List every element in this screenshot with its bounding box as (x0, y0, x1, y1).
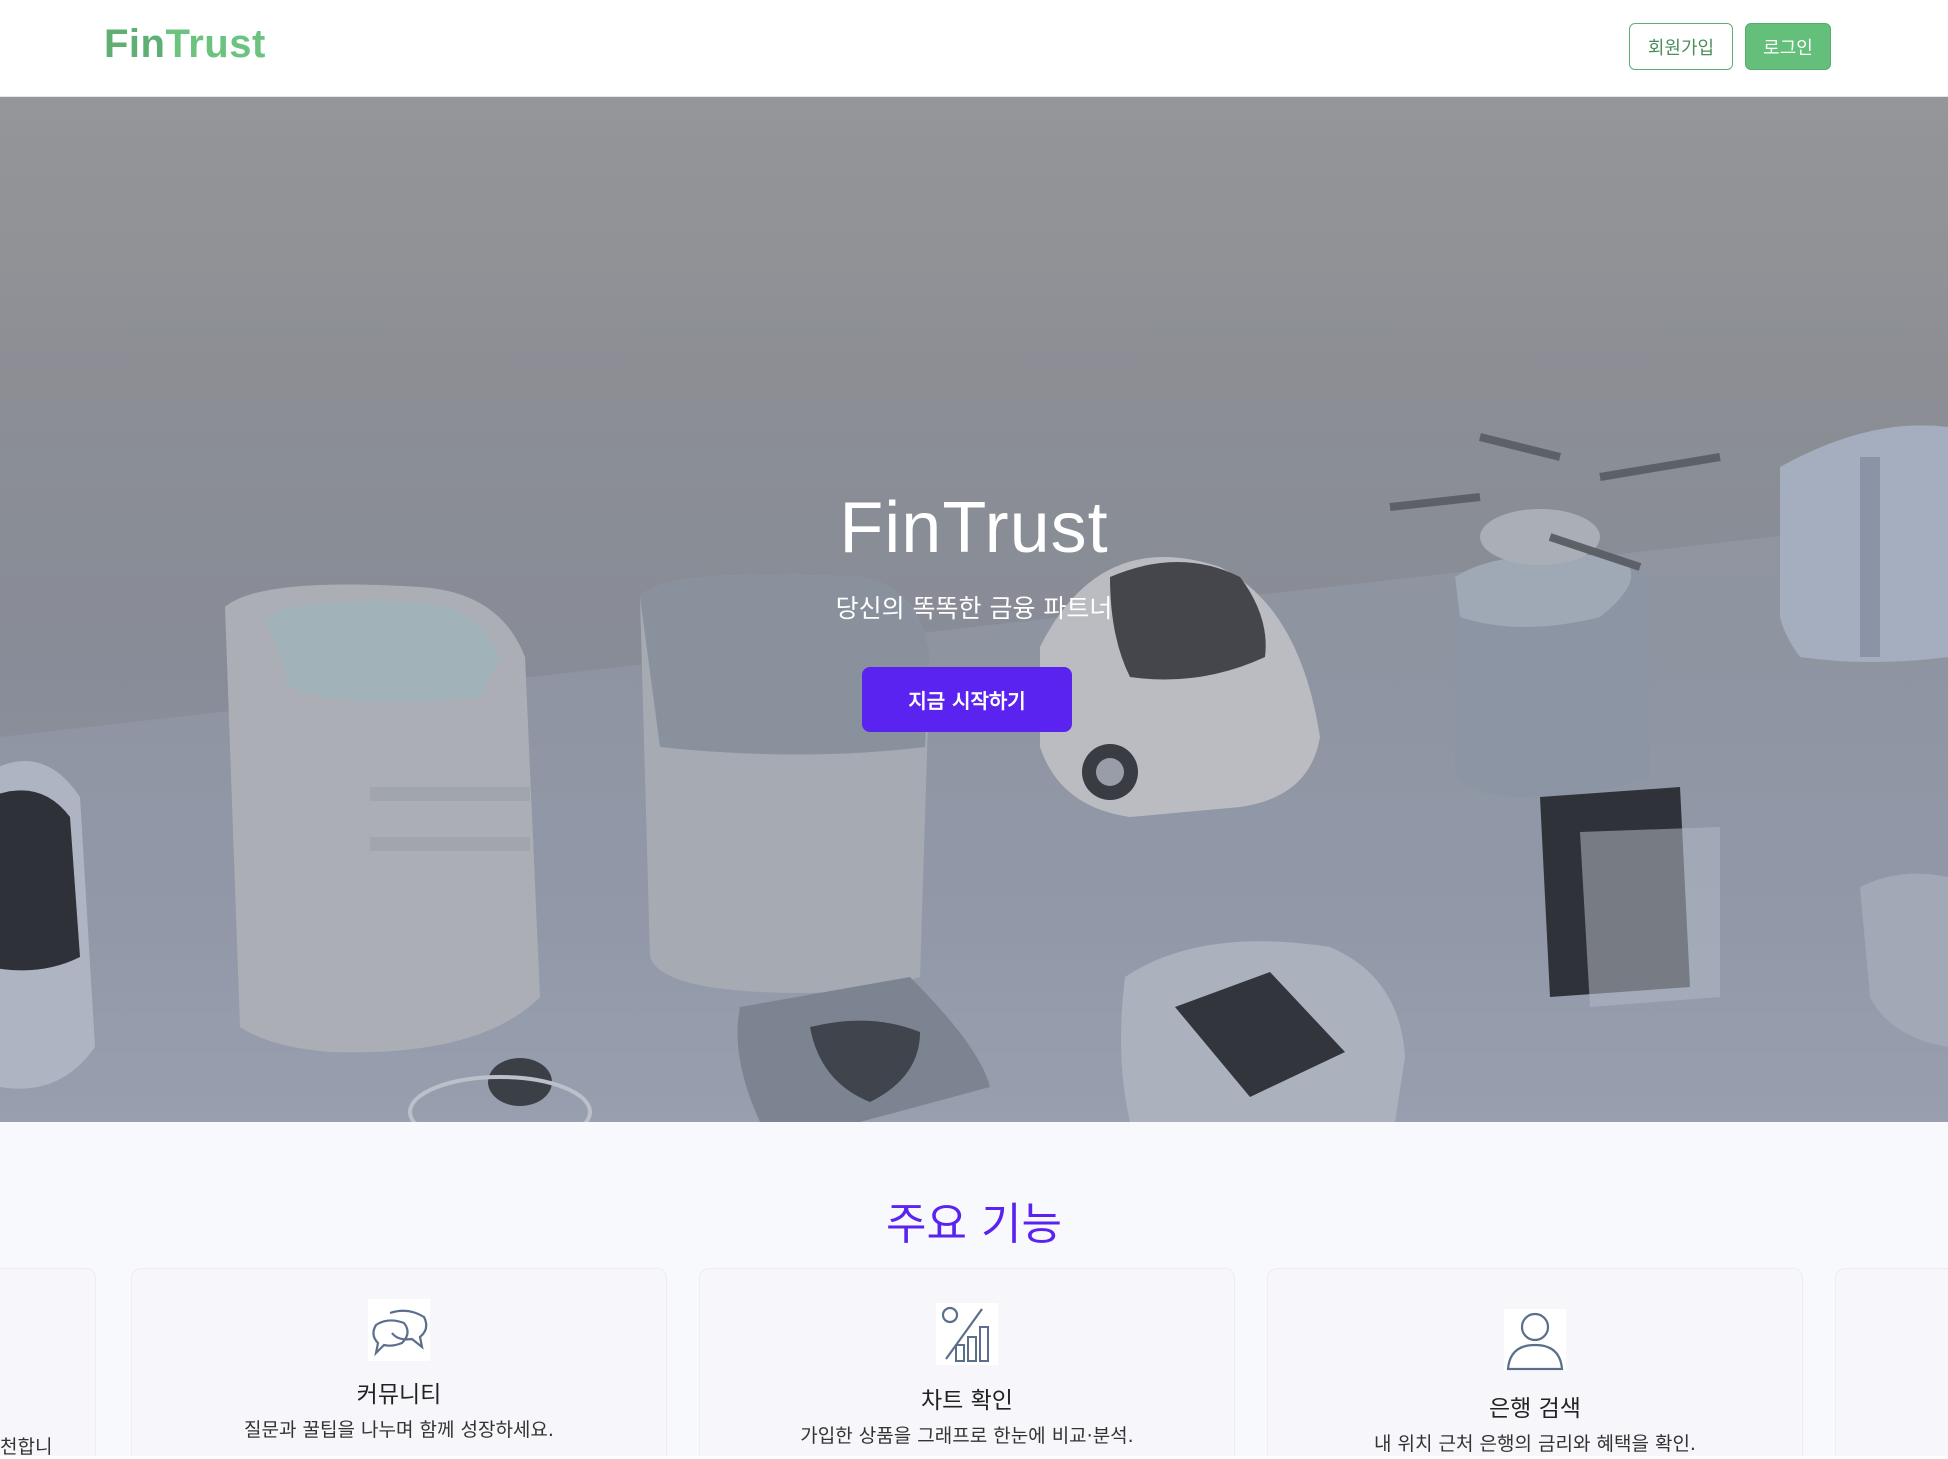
feature-card-community[interactable]: 커뮤니티 질문과 꿀팁을 나누며 함께 성장하세요. (131, 1268, 667, 1456)
logo[interactable]: FinTrust (104, 22, 266, 67)
feature-title: 차트 확인 (921, 1388, 1013, 1414)
top-navbar: FinTrust 회원가입 로그인 (0, 0, 1948, 97)
logo-fin: Fin (104, 22, 166, 66)
feature-card-chart[interactable]: 차트 확인 가입한 상품을 그래프로 한눈에 비교·분석. (699, 1268, 1235, 1456)
chat-bubbles-icon (368, 1299, 430, 1361)
feature-card-partial-right[interactable] (1835, 1268, 1948, 1456)
chart-percent-icon (936, 1303, 998, 1365)
get-started-button[interactable]: 지금 시작하기 (862, 667, 1072, 732)
user-icon (1504, 1309, 1566, 1371)
feature-card-bank-search[interactable]: 은행 검색 내 위치 근처 은행의 금리와 혜택을 확인. (1267, 1268, 1803, 1456)
feature-desc: 질문과 꿀팁을 나누며 함께 성장하세요. (244, 1419, 554, 1441)
section-title: 주요 기능 (886, 1199, 1062, 1250)
hero-title: FinTrust (839, 488, 1109, 568)
feature-card-partial-left[interactable] (0, 1268, 96, 1456)
hero-banner: FinTrust 당신의 똑똑한 금융 파트너 지금 시작하기 (0, 97, 1948, 1122)
features-section: 주요 기능 커뮤니티 질문과 꿀팁을 나누며 함께 성장하세요. 차트 확인 가… (0, 1122, 1948, 1456)
feature-desc: 가입한 상품을 그래프로 한눈에 비교·분석. (800, 1425, 1134, 1447)
feature-title: 은행 검색 (1489, 1396, 1581, 1422)
partial-card-text: 천합니 (0, 1436, 53, 1458)
hero-subtitle: 당신의 똑똑한 금융 파트너 (835, 594, 1113, 623)
feature-desc: 내 위치 근처 은행의 금리와 혜택을 확인. (1374, 1433, 1696, 1455)
login-button[interactable]: 로그인 (1745, 23, 1831, 70)
logo-trust: Trust (165, 22, 266, 66)
signup-button[interactable]: 회원가입 (1629, 23, 1733, 70)
feature-title: 커뮤니티 (356, 1382, 442, 1408)
